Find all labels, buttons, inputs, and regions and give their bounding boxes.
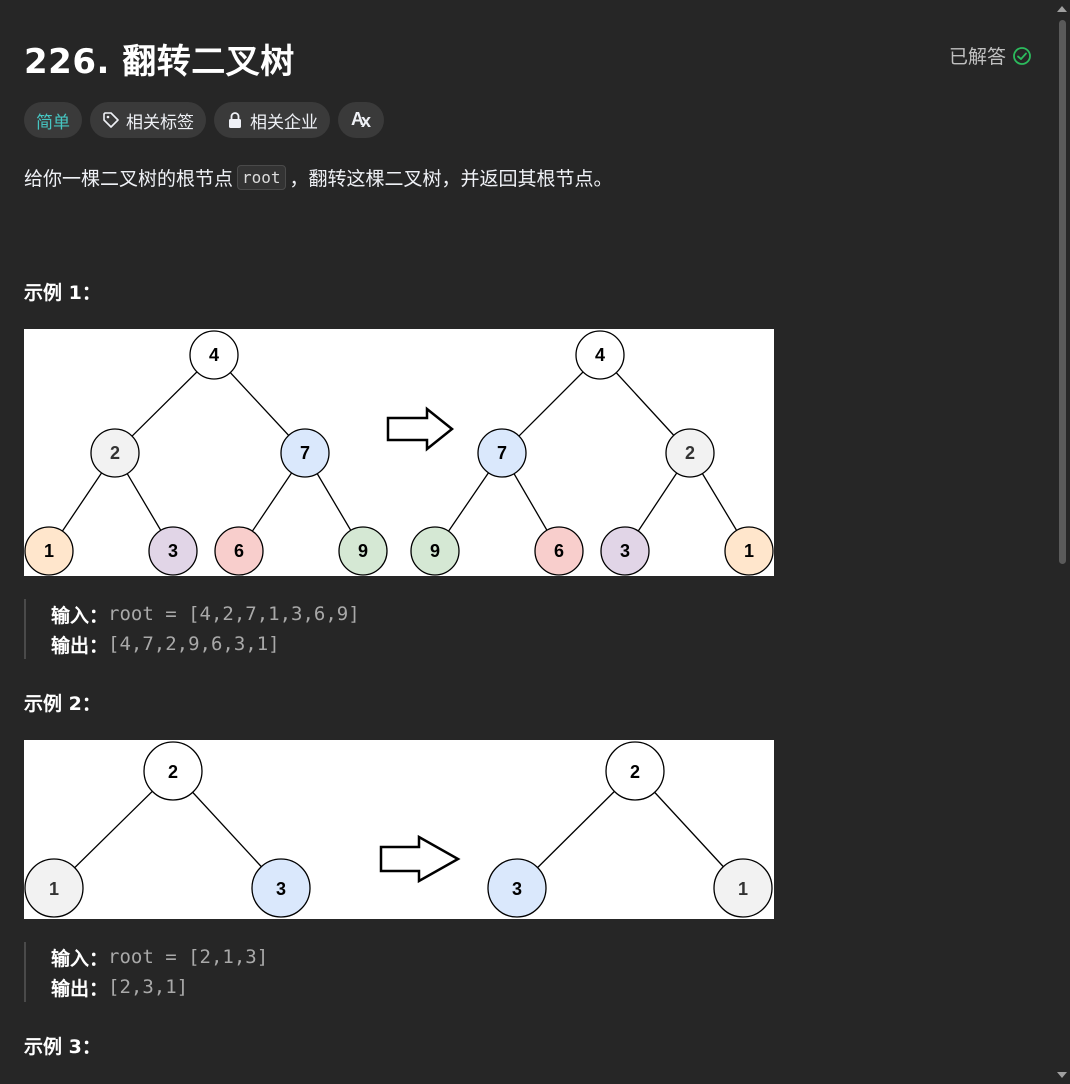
input-value: root = [2,1,3] [108,946,269,968]
check-circle-icon [1013,46,1031,65]
node-label: 7 [497,443,507,463]
node-label: 2 [110,443,120,463]
lock-icon [229,112,241,128]
difficulty-tag[interactable]: 简单 [24,102,82,138]
node-label: 3 [168,541,178,561]
node-label: 9 [430,541,440,561]
translate-button[interactable]: A x [338,102,384,138]
example-2-figure: 2 1 3 2 3 1 [24,740,774,919]
output-label: 输出： [51,634,109,657]
example-3-title: 示例 3： [24,1036,101,1058]
example-1-io: 输入： root = [4,2,7,1,3,6,9] 输出： [4,7,2,9,… [24,599,360,659]
scroll-down-arrow-icon[interactable] [1057,1072,1067,1078]
solved-status: 已解答 [949,42,1032,69]
translate-icon: A x [351,111,371,129]
node-label: 6 [554,541,564,561]
output-label: 输出： [51,977,109,1000]
node-label: 2 [630,762,640,782]
solved-label: 已解答 [948,46,1006,68]
root-code: root [237,165,286,190]
description-text-1: 给你一棵二叉树的根节点 [24,168,234,190]
node-label: 1 [49,879,59,899]
node-label: 2 [685,443,695,463]
problem-title[interactable]: 226. 翻转二叉树 [24,34,295,83]
node-label: 3 [620,541,630,561]
node-label: 1 [744,541,754,561]
node-label: 9 [358,541,368,561]
input-value: root = [4,2,7,1,3,6,9] [108,603,360,625]
output-value: [4,7,2,9,6,3,1] [108,633,280,655]
scroll-up-arrow-icon[interactable] [1057,6,1067,12]
node-label: 2 [168,762,178,782]
example-2-io: 输入： root = [2,1,3] 输出： [2,3,1] [24,942,268,1002]
vertical-scrollbar[interactable] [1054,0,1070,1084]
node-label: 1 [44,541,54,561]
tag-icon [103,112,119,128]
output-value: [2,3,1] [108,976,189,998]
arrow-right-icon [379,834,461,884]
svg-text:x: x [361,111,371,129]
input-label: 输入： [51,604,109,627]
node-label: 7 [300,443,310,463]
problem-description: 给你一棵二叉树的根节点 root ，翻转这棵二叉树，并返回其根节点。 [24,164,613,191]
node-label: 6 [234,541,244,561]
node-label: 4 [209,345,219,365]
example-2-title: 示例 2： [24,693,101,715]
node-label: 4 [595,345,605,365]
difficulty-label: 简单 [36,112,70,133]
node-label: 3 [276,879,286,899]
related-companies-button[interactable]: 相关企业 [214,102,330,138]
node-label: 3 [512,879,522,899]
example-1-title: 示例 1： [24,282,101,304]
related-companies-label: 相关企业 [250,112,318,133]
related-tags-label: 相关标签 [126,112,194,133]
example-1-figure: 4 2 7 1 3 6 9 4 7 2 9 6 3 1 [24,329,774,576]
related-tags-button[interactable]: 相关标签 [90,102,206,138]
arrow-right-icon [386,406,455,452]
tag-row: 简单 相关标签 相关企业 A x [24,102,384,138]
node-label: 1 [738,879,748,899]
description-text-2: ，翻转这棵二叉树，并返回其根节点。 [289,168,613,190]
scrollbar-thumb[interactable] [1059,20,1066,564]
input-label: 输入： [51,947,109,970]
